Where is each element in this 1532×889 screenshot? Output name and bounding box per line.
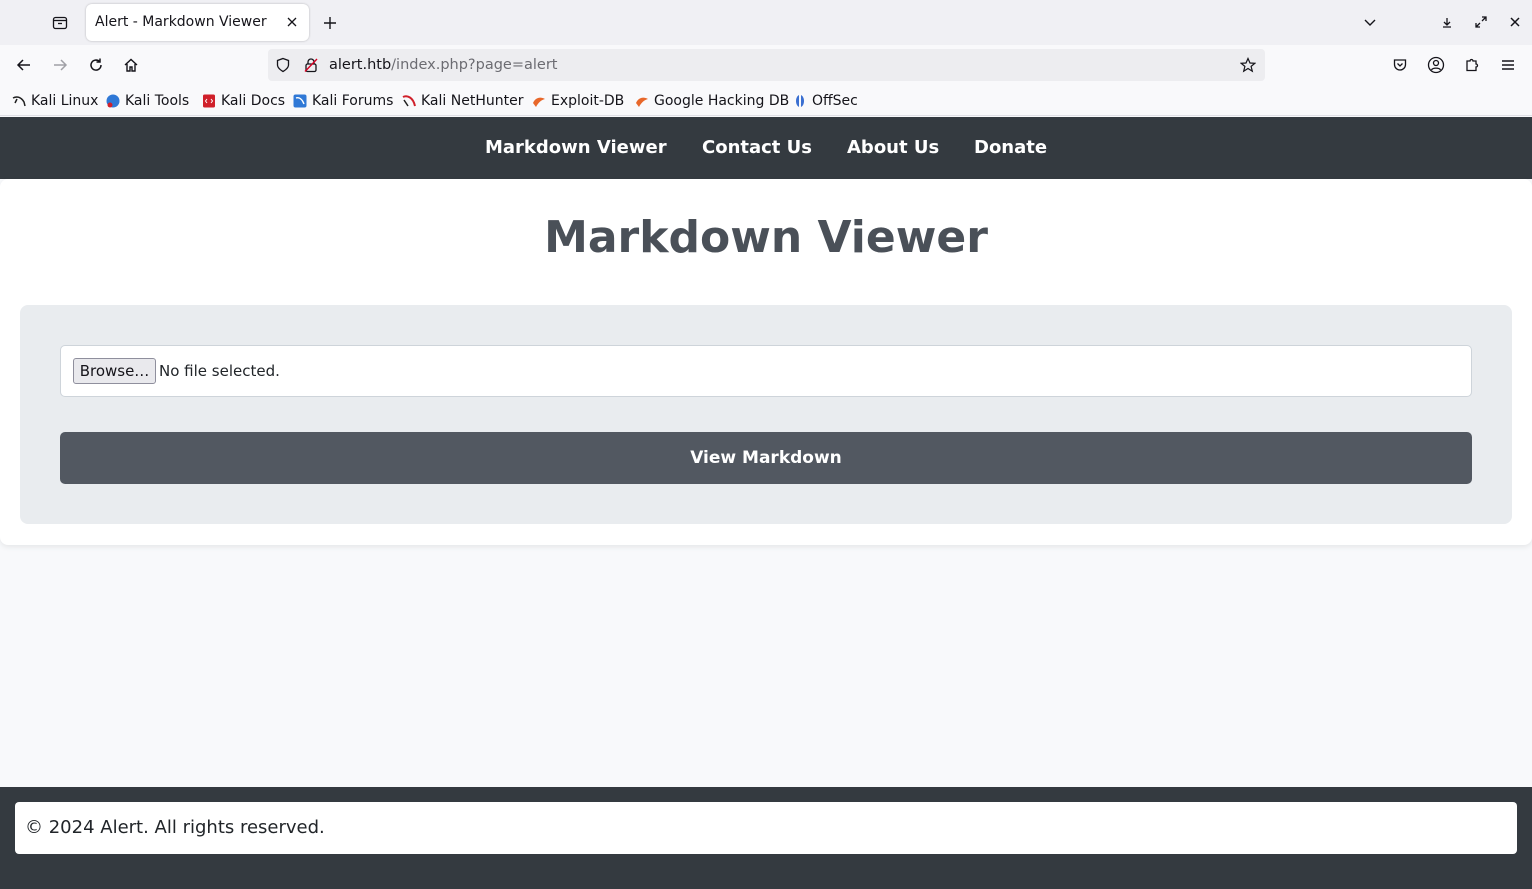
bookmark-kali-tools[interactable]: Kali Tools xyxy=(106,92,189,110)
bookmark-star-icon[interactable] xyxy=(1239,56,1257,74)
browse-button[interactable]: Browse… xyxy=(73,358,156,384)
kali-tools-icon xyxy=(106,94,120,108)
footer-box: © 2024 Alert. All rights reserved. xyxy=(15,802,1517,854)
offsec-icon xyxy=(793,94,807,108)
site-navbar: Markdown Viewer Contact Us About Us Dona… xyxy=(0,117,1532,179)
footer-copyright: © 2024 Alert. All rights reserved. xyxy=(25,817,325,838)
extensions-puzzle-icon[interactable] xyxy=(1456,49,1488,81)
bookmark-kali-docs[interactable]: Kali Docs xyxy=(202,92,285,110)
home-icon[interactable] xyxy=(115,49,147,81)
view-markdown-button[interactable]: View Markdown xyxy=(60,432,1472,484)
site-footer: © 2024 Alert. All rights reserved. xyxy=(0,787,1532,889)
bookmark-google-hacking-db[interactable]: Google Hacking DB xyxy=(635,92,789,110)
url-path: /index.php?page=alert xyxy=(391,57,558,73)
bookmark-label: Kali Forums xyxy=(312,93,394,109)
account-icon[interactable] xyxy=(1420,49,1452,81)
minimize-icon[interactable] xyxy=(1433,8,1461,36)
tab-close-icon[interactable] xyxy=(283,13,301,31)
insecure-lock-icon[interactable] xyxy=(302,56,320,74)
bookmark-label: Kali Docs xyxy=(221,93,286,109)
new-tab-plus-icon[interactable] xyxy=(316,9,344,37)
tracking-protection-shield-icon[interactable] xyxy=(274,56,292,74)
nav-link-about-us[interactable]: About Us xyxy=(847,137,939,158)
browser-tab-bar: Alert - Markdown Viewer xyxy=(0,0,1532,45)
bookmark-label: Kali NetHunter xyxy=(421,93,524,109)
browser-navigation-bar: alert.htb/index.php?page=alert xyxy=(0,45,1532,85)
exploit-db-icon xyxy=(532,94,546,108)
bookmark-kali-forums[interactable]: Kali Forums xyxy=(293,92,393,110)
hamburger-menu-icon[interactable] xyxy=(1492,49,1524,81)
reload-icon[interactable] xyxy=(80,49,112,81)
main-content-card: Markdown Viewer Browse… No file selected… xyxy=(0,179,1532,545)
upload-form: Browse… No file selected. View Markdown xyxy=(20,305,1512,524)
tab-list-icon[interactable] xyxy=(44,6,76,38)
back-arrow-icon[interactable] xyxy=(8,49,40,81)
bookmark-label: Exploit-DB xyxy=(551,93,625,109)
tab-title: Alert - Markdown Viewer xyxy=(95,14,267,30)
active-tab[interactable]: Alert - Markdown Viewer xyxy=(86,4,309,41)
bookmarks-toolbar: Kali Linux Kali Tools Kali Docs Kali For… xyxy=(0,85,1532,116)
url-text[interactable]: alert.htb/index.php?page=alert xyxy=(329,57,557,73)
bookmark-offsec[interactable]: OffSec xyxy=(793,92,858,110)
file-input[interactable]: Browse… No file selected. xyxy=(60,345,1472,397)
page-title: Markdown Viewer xyxy=(544,212,988,263)
nav-link-contact-us[interactable]: Contact Us xyxy=(702,137,812,158)
bookmark-kali-nethunter[interactable]: Kali NetHunter xyxy=(402,92,523,110)
kali-forums-icon xyxy=(293,94,307,108)
forward-arrow-icon[interactable] xyxy=(44,49,76,81)
list-all-tabs-chevron-icon[interactable] xyxy=(1356,8,1384,36)
google-hacking-db-icon xyxy=(635,94,649,108)
kali-dragon-icon xyxy=(12,94,26,108)
maximize-icon[interactable] xyxy=(1467,8,1495,36)
url-bar[interactable]: alert.htb/index.php?page=alert xyxy=(268,49,1265,81)
bookmark-label: Google Hacking DB xyxy=(654,93,790,109)
bookmark-exploit-db[interactable]: Exploit-DB xyxy=(532,92,624,110)
bookmark-label: OffSec xyxy=(812,93,858,109)
kali-docs-icon xyxy=(202,94,216,108)
nav-link-markdown-viewer[interactable]: Markdown Viewer xyxy=(485,137,667,158)
url-host: alert.htb xyxy=(329,57,392,73)
bookmark-label: Kali Tools xyxy=(125,93,190,109)
kali-nethunter-icon xyxy=(402,94,416,108)
pocket-icon[interactable] xyxy=(1384,49,1416,81)
bookmark-kali-linux[interactable]: Kali Linux xyxy=(12,92,98,110)
nav-link-donate[interactable]: Donate xyxy=(974,137,1047,158)
bookmark-label: Kali Linux xyxy=(31,93,99,109)
file-status-text: No file selected. xyxy=(159,362,280,380)
close-window-icon[interactable] xyxy=(1501,8,1529,36)
